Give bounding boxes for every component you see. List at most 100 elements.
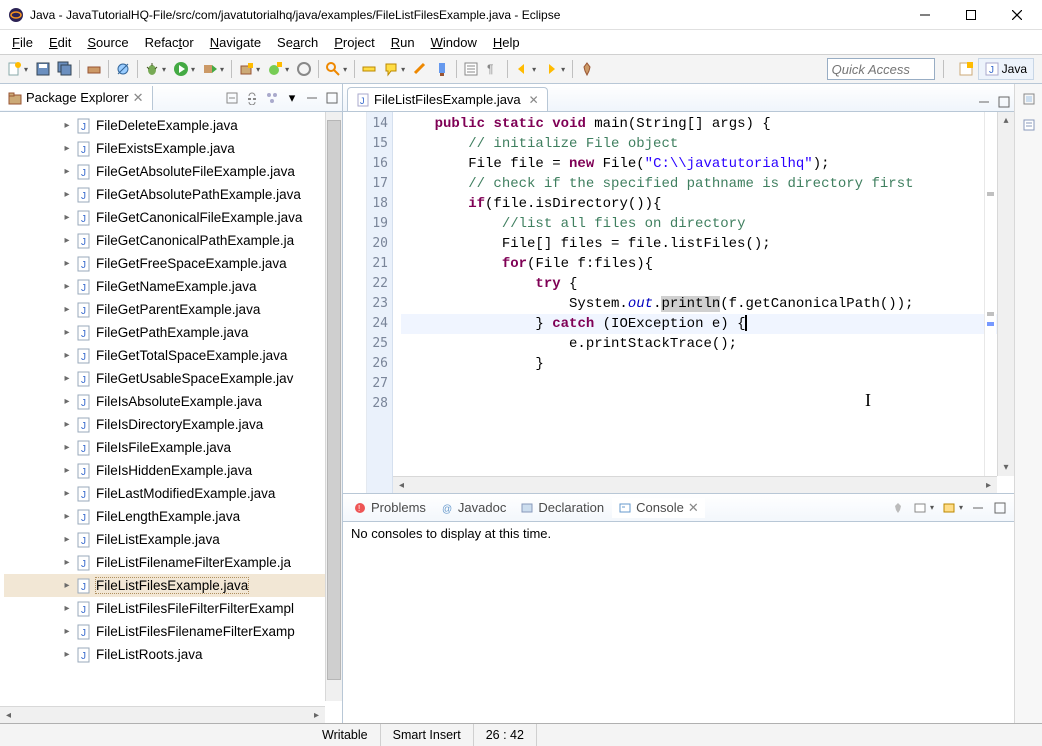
menu-edit[interactable]: Edit: [41, 33, 79, 52]
close-button[interactable]: [994, 0, 1040, 30]
horizontal-scrollbar[interactable]: ◂▸: [393, 476, 997, 493]
menu-refactor[interactable]: Refactor: [137, 33, 202, 52]
tree-item[interactable]: ▸JFileGetAbsoluteFileExample.java: [4, 160, 342, 183]
tree-item[interactable]: ▸JFileListFilesFileFilterFilterExampl: [4, 597, 342, 620]
view-menu-icon[interactable]: ▾: [283, 89, 301, 107]
menu-file[interactable]: File: [4, 33, 41, 52]
new-class-icon[interactable]: [265, 59, 285, 79]
tree-item[interactable]: ▸JFileDeleteExample.java: [4, 114, 342, 137]
minimize-panel-icon[interactable]: [969, 499, 987, 517]
maximize-view-icon[interactable]: [323, 89, 341, 107]
nav-forward-icon[interactable]: [541, 59, 561, 79]
toggle-ruler-icon[interactable]: [359, 59, 379, 79]
menu-run[interactable]: Run: [383, 33, 423, 52]
quick-access-input[interactable]: [827, 58, 935, 80]
toggle-block-icon[interactable]: [461, 59, 481, 79]
expand-icon[interactable]: ▸: [62, 212, 72, 223]
menu-search[interactable]: Search: [269, 33, 326, 52]
expand-icon[interactable]: ▸: [62, 327, 72, 338]
tree-item[interactable]: ▸JFileLengthExample.java: [4, 505, 342, 528]
menu-source[interactable]: Source: [79, 33, 136, 52]
maximize-panel-icon[interactable]: [991, 499, 1009, 517]
dropdown-icon[interactable]: ▾: [343, 65, 347, 74]
dropdown-icon[interactable]: ▾: [561, 65, 565, 74]
overview-ruler[interactable]: [984, 112, 996, 476]
dropdown-icon[interactable]: ▾: [220, 65, 224, 74]
expand-icon[interactable]: ▸: [62, 649, 72, 660]
minimize-button[interactable]: [902, 0, 948, 30]
menu-window[interactable]: Window: [423, 33, 485, 52]
expand-icon[interactable]: ▸: [62, 465, 72, 476]
tree-item[interactable]: ▸JFileLastModifiedExample.java: [4, 482, 342, 505]
minimize-view-icon[interactable]: [303, 89, 321, 107]
annotation-icon[interactable]: [381, 59, 401, 79]
expand-icon[interactable]: ▸: [62, 189, 72, 200]
editor-tab[interactable]: J FileListFilesExample.java ✕: [347, 87, 548, 111]
tree-item[interactable]: ▸JFileListFilesExample.java: [4, 574, 342, 597]
tree-item[interactable]: ▸JFileListFilesFilenameFilterExamp: [4, 620, 342, 643]
filter-icon[interactable]: [263, 89, 281, 107]
code-area[interactable]: public static void main(String[] args) {…: [393, 112, 1014, 376]
dropdown-icon[interactable]: ▾: [285, 65, 289, 74]
javadoc-tab[interactable]: @Javadoc: [434, 498, 512, 517]
horizontal-scrollbar[interactable]: ◂▸: [0, 706, 325, 723]
expand-icon[interactable]: ▸: [62, 166, 72, 177]
maximize-editor-icon[interactable]: [995, 93, 1013, 111]
restore-icon[interactable]: [1020, 90, 1038, 108]
open-perspective-icon[interactable]: [956, 59, 976, 79]
package-explorer-tab[interactable]: Package Explorer ✕: [0, 86, 153, 110]
dropdown-icon[interactable]: ▾: [191, 65, 195, 74]
collapse-all-icon[interactable]: [223, 89, 241, 107]
expand-icon[interactable]: ▸: [62, 396, 72, 407]
tree-item[interactable]: ▸JFileListExample.java: [4, 528, 342, 551]
menu-project[interactable]: Project: [326, 33, 382, 52]
expand-icon[interactable]: ▸: [62, 557, 72, 568]
dropdown-icon[interactable]: ▾: [256, 65, 260, 74]
vertical-scrollbar[interactable]: ▴ ▾: [997, 112, 1014, 476]
menu-navigate[interactable]: Navigate: [202, 33, 269, 52]
maximize-button[interactable]: [948, 0, 994, 30]
show-whitespace-icon[interactable]: ¶: [483, 59, 503, 79]
vertical-scrollbar[interactable]: [325, 112, 342, 701]
expand-icon[interactable]: ▸: [62, 143, 72, 154]
tree-item[interactable]: ▸JFileIsHiddenExample.java: [4, 459, 342, 482]
nav-back-icon[interactable]: [512, 59, 532, 79]
expand-icon[interactable]: ▸: [62, 373, 72, 384]
dropdown-icon[interactable]: ▾: [401, 65, 405, 74]
search-icon[interactable]: [323, 59, 343, 79]
expand-icon[interactable]: ▸: [62, 419, 72, 430]
expand-icon[interactable]: ▸: [62, 603, 72, 614]
expand-icon[interactable]: ▸: [62, 350, 72, 361]
dropdown-icon[interactable]: ▾: [24, 65, 28, 74]
dropdown-icon[interactable]: ▾: [162, 65, 166, 74]
tree-item[interactable]: ▸JFileGetPathExample.java: [4, 321, 342, 344]
package-explorer-tree[interactable]: ▸JFileDeleteExample.java▸JFileExistsExam…: [0, 112, 342, 723]
run-icon[interactable]: [171, 59, 191, 79]
new-package-icon[interactable]: [236, 59, 256, 79]
pin-icon[interactable]: [577, 59, 597, 79]
tree-item[interactable]: ▸JFileGetCanonicalFileExample.java: [4, 206, 342, 229]
tool-icon[interactable]: [84, 59, 104, 79]
expand-icon[interactable]: ▸: [62, 120, 72, 131]
debug-icon[interactable]: [142, 59, 162, 79]
tree-item[interactable]: ▸JFileGetAbsolutePathExample.java: [4, 183, 342, 206]
tree-item[interactable]: ▸JFileGetParentExample.java: [4, 298, 342, 321]
tree-item[interactable]: ▸JFileExistsExample.java: [4, 137, 342, 160]
menu-help[interactable]: Help: [485, 33, 528, 52]
tree-item[interactable]: ▸JFileGetFreeSpaceExample.java: [4, 252, 342, 275]
mark-icon[interactable]: [410, 59, 430, 79]
tree-item[interactable]: ▸JFileListRoots.java: [4, 643, 342, 666]
outline-icon[interactable]: [1020, 116, 1038, 134]
tree-item[interactable]: ▸JFileIsAbsoluteExample.java: [4, 390, 342, 413]
tree-item[interactable]: ▸JFileGetUsableSpaceExample.jav: [4, 367, 342, 390]
expand-icon[interactable]: ▸: [62, 235, 72, 246]
declaration-tab[interactable]: Declaration: [514, 498, 610, 517]
save-icon[interactable]: [33, 59, 53, 79]
tree-item[interactable]: ▸JFileGetCanonicalPathExample.ja: [4, 229, 342, 252]
tree-item[interactable]: ▸JFileIsFileExample.java: [4, 436, 342, 459]
expand-icon[interactable]: ▸: [62, 281, 72, 292]
expand-icon[interactable]: ▸: [62, 304, 72, 315]
new-icon[interactable]: [4, 59, 24, 79]
tree-item[interactable]: ▸JFileIsDirectoryExample.java: [4, 413, 342, 436]
console-tab[interactable]: Console ✕: [612, 498, 705, 518]
